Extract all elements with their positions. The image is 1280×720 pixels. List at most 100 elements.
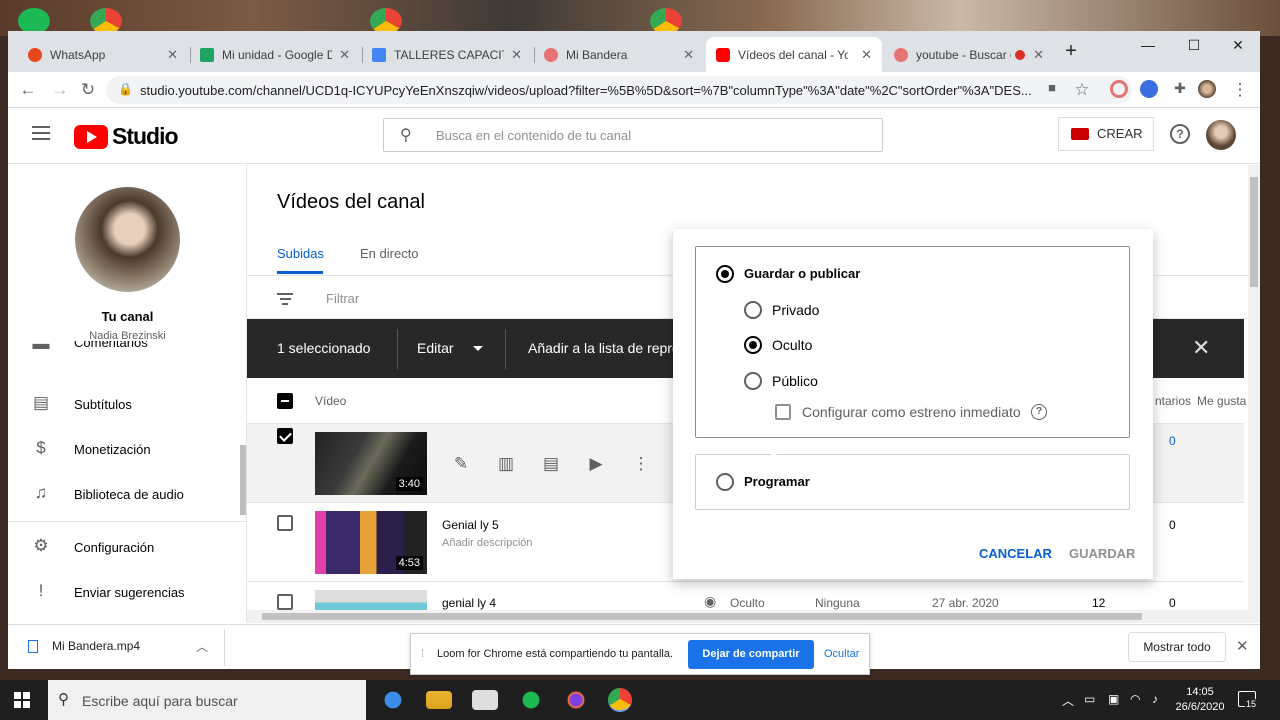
volume-icon[interactable]: ♪	[1152, 692, 1158, 706]
tab-videos-del-canal[interactable]: Vídeos del canal - YouT ✕	[706, 37, 882, 72]
sidebar-item-monetization[interactable]: $ Monetización	[8, 429, 246, 469]
tab-uploads[interactable]: Subidas	[277, 246, 324, 261]
extensions-icon[interactable]: ✚	[1168, 80, 1192, 97]
tab-mi-bandera[interactable]: Mi Bandera ✕	[534, 37, 704, 72]
spotify-icon[interactable]	[518, 688, 544, 712]
tray-chevron-up-icon[interactable]: ︿	[1062, 692, 1074, 709]
schedule-radio[interactable]	[716, 473, 734, 491]
close-icon[interactable]: ✕	[1192, 335, 1210, 361]
drag-handle-icon[interactable]: ⁞	[421, 648, 424, 660]
video-thumbnail[interactable]: 3:40	[315, 432, 427, 495]
more-options-icon[interactable]: ⋮	[631, 454, 651, 474]
camera-icon[interactable]: ■	[1040, 80, 1064, 95]
close-icon[interactable]: ✕	[683, 47, 694, 63]
column-comments[interactable]: ntarios	[1155, 394, 1191, 408]
analytics-icon[interactable]: ▥	[496, 454, 516, 474]
menu-icon[interactable]	[32, 126, 50, 144]
taskbar-search-input[interactable]: ⚲ Escribe aquí para buscar	[48, 680, 366, 720]
back-button[interactable]: ←	[16, 80, 40, 100]
filter-icon[interactable]	[277, 293, 293, 308]
browser-menu-icon[interactable]: ⋮	[1228, 80, 1252, 100]
chevron-up-icon[interactable]: ︿	[196, 638, 208, 655]
close-icon[interactable]: ✕	[861, 47, 872, 63]
clock[interactable]: 14:05 26/6/2020	[1172, 685, 1228, 715]
private-radio[interactable]	[744, 301, 762, 319]
premiere-checkbox[interactable]	[775, 404, 791, 420]
hide-button[interactable]: Ocultar	[824, 648, 859, 660]
wifi-icon[interactable]: ◠	[1130, 692, 1140, 706]
windows-start-icon[interactable]	[14, 692, 30, 708]
tab-talleres[interactable]: TALLERES CAPACITACIÓ ✕	[362, 37, 532, 72]
store-icon[interactable]	[472, 690, 498, 710]
close-icon[interactable]: ✕	[1033, 47, 1044, 63]
show-all-button[interactable]: Mostrar todo	[1128, 632, 1226, 662]
row-checkbox[interactable]	[277, 515, 293, 531]
comments-count[interactable]: 0	[1169, 434, 1176, 448]
download-item[interactable]: Mi Bandera.mp4	[28, 639, 140, 654]
comments-icon[interactable]: ▤	[541, 454, 561, 474]
filter-input[interactable]: Filtrar	[326, 291, 359, 306]
file-explorer-icon[interactable]	[426, 691, 452, 709]
tab-label: youtube - Buscar c	[916, 47, 1011, 62]
youtube-studio-logo[interactable]: Studio	[74, 123, 179, 150]
network-status-icon[interactable]: ▣	[1108, 692, 1119, 706]
vertical-scrollbar[interactable]	[1248, 165, 1260, 610]
video-thumbnail[interactable]: 4:53	[315, 511, 427, 574]
forward-button[interactable]: →	[48, 80, 72, 100]
sidebar-item-comments[interactable]: ▬ Comentarios	[8, 341, 246, 363]
sidebar-item-feedback[interactable]: ! Enviar sugerencias	[8, 572, 246, 612]
save-button[interactable]: GUARDAR	[1069, 546, 1135, 561]
loom-extension-icon[interactable]	[1140, 80, 1158, 98]
tab-google-drive[interactable]: Mi unidad - Google Dr ✕	[190, 37, 360, 72]
cancel-button[interactable]: CANCELAR	[979, 546, 1052, 561]
sidebar-item-audio-library[interactable]: ♫ Biblioteca de audio	[8, 474, 246, 514]
battery-icon[interactable]: ▭	[1084, 692, 1095, 706]
public-radio[interactable]	[744, 372, 762, 390]
file-icon	[28, 640, 38, 654]
edit-dropdown[interactable]: Editar	[417, 340, 454, 356]
maximize-button[interactable]: ☐	[1179, 37, 1209, 54]
video-title[interactable]: Genial ly 5	[442, 518, 499, 532]
new-tab-button[interactable]: +	[1056, 40, 1086, 63]
tab-live[interactable]: En directo	[360, 246, 419, 261]
help-icon[interactable]: ?	[1031, 404, 1047, 420]
sidebar-scrollbar[interactable]	[240, 445, 246, 515]
channel-avatar[interactable]	[75, 187, 180, 292]
minimize-button[interactable]: —	[1133, 37, 1163, 53]
row-checkbox[interactable]	[277, 594, 293, 610]
close-icon[interactable]: ✕	[511, 47, 522, 63]
sidebar-item-settings[interactable]: ⚙ Configuración	[8, 527, 246, 567]
save-or-publish-radio[interactable]	[716, 265, 734, 283]
close-icon[interactable]: ✕	[1236, 637, 1249, 655]
visibility-status[interactable]: Oculto	[730, 596, 765, 610]
reload-button[interactable]: ↻	[76, 80, 100, 100]
create-button[interactable]: CREAR	[1058, 117, 1154, 151]
tab-youtube-buscar[interactable]: youtube - Buscar c ✕	[884, 37, 1054, 72]
youtube-play-icon[interactable]: ▶	[586, 454, 606, 474]
column-likes[interactable]: Me gusta	[1197, 394, 1246, 408]
chevron-down-icon[interactable]	[473, 346, 483, 351]
genially-extension-icon[interactable]	[1110, 80, 1128, 98]
close-icon[interactable]: ✕	[339, 47, 350, 63]
help-icon[interactable]: ?	[1170, 124, 1190, 144]
unlisted-radio[interactable]	[744, 336, 762, 354]
edit-pencil-icon[interactable]: ✎	[451, 454, 471, 474]
search-input[interactable]: ⚲ Busca en el contenido de tu canal	[383, 118, 883, 152]
account-avatar[interactable]	[1206, 120, 1236, 150]
notifications-icon[interactable]: 15	[1238, 691, 1258, 709]
close-icon[interactable]: ✕	[167, 47, 178, 63]
close-window-button[interactable]: ✕	[1223, 37, 1253, 54]
url-field[interactable]: 🔒 studio.youtube.com/channel/UCD1q-ICYUP…	[106, 76, 1132, 104]
row-checkbox[interactable]	[277, 428, 293, 444]
firefox-icon[interactable]	[563, 688, 589, 712]
chrome-icon[interactable]	[608, 688, 632, 712]
stop-sharing-button[interactable]: Dejar de compartir	[688, 640, 814, 669]
video-title[interactable]: genial ly 4	[442, 596, 496, 610]
edge-icon[interactable]	[380, 688, 406, 712]
profile-avatar[interactable]	[1198, 80, 1216, 98]
horizontal-scrollbar[interactable]	[247, 610, 1260, 623]
tab-whatsapp[interactable]: WhatsApp ✕	[18, 37, 188, 72]
bookmark-star-icon[interactable]: ☆	[1070, 80, 1094, 100]
sidebar-item-subtitles[interactable]: ▤ Subtítulos	[8, 384, 246, 424]
select-all-checkbox[interactable]	[277, 393, 293, 409]
